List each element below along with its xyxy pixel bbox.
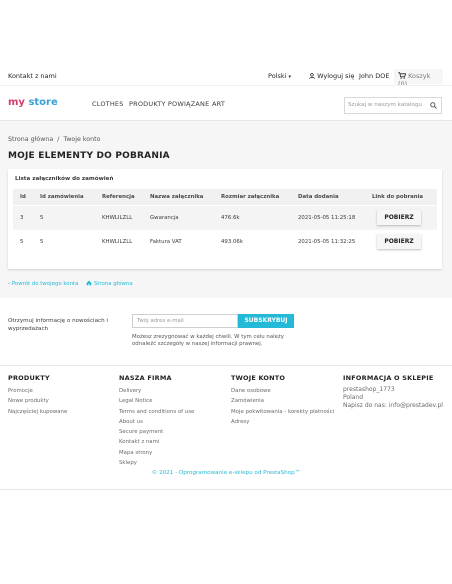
footer-link[interactable]: Nowe produkty <box>8 396 67 406</box>
chevron-left-icon: ‹ <box>8 281 11 287</box>
footer-link[interactable]: Secure payment <box>119 427 194 437</box>
footer-link[interactable]: Kontakt z nami <box>119 437 194 447</box>
newsletter-email-input[interactable]: Twój adres e-mail <box>132 314 238 328</box>
menu-item-clothes[interactable]: CLOTHES <box>92 100 124 108</box>
store-country: Poland <box>343 394 364 401</box>
home-link[interactable]: Strona główna <box>86 280 133 287</box>
store-logo[interactable]: my store <box>8 97 58 108</box>
column-header-reference: Referencja <box>102 194 135 200</box>
language-label: Polski <box>268 72 287 80</box>
cell-date-added: 2021-05-05 11:32:25 <box>298 239 356 245</box>
footer-products-column: PRODUKTY Promocje Nowe produkty Najczęśc… <box>8 374 67 417</box>
attachments-card: Lista załączników do zamówień Id Id zamó… <box>8 169 442 269</box>
cell-order-id-link[interactable]: 5 <box>40 239 43 245</box>
back-to-account-link[interactable]: ‹ Powrót do twojego konta <box>8 281 80 287</box>
home-label: Strona główna <box>93 281 133 287</box>
store-email-label: Napisz do nas: <box>343 402 387 409</box>
footer-company-title: NASZA FIRMA <box>119 374 172 382</box>
subscribe-button[interactable]: SUBSKRYBUJ <box>238 314 294 328</box>
footer-link[interactable]: Sklepy <box>119 458 194 468</box>
newsletter-note: Możesz zrezygnować w każdej chwili. W ty… <box>132 334 284 348</box>
cart-icon <box>398 72 407 79</box>
footer-link[interactable]: Najczęściej kupowane <box>8 407 67 417</box>
cell-attachment-size: 493.06k <box>221 239 243 245</box>
back-to-account-label: Powrót do twojego konta <box>11 281 79 287</box>
store-email-link[interactable]: info@prestadev.pl <box>389 402 443 409</box>
caret-down-icon: ▾ <box>288 74 292 80</box>
table-header: Id Id zamówienia Referencja Nazwa załącz… <box>13 189 437 205</box>
footer-link[interactable]: Terms and conditions of use <box>119 407 194 417</box>
footer-link[interactable]: About us <box>119 417 194 427</box>
cell-attachment-size: 476.6k <box>221 215 240 221</box>
card-title: Lista załączników do zamówień <box>15 176 114 182</box>
language-selector[interactable]: Polski ▾ <box>268 72 291 80</box>
cell-id: 5 <box>20 239 24 245</box>
footer-store-info-title: INFORMACJA O SKLEPIE <box>343 374 434 382</box>
footer-link[interactable]: Dane osobowe <box>231 386 334 396</box>
store-name: prestashop_1773 <box>343 386 395 393</box>
site-footer: PRODUKTY Promocje Nowe produkty Najczęśc… <box>0 366 452 490</box>
breadcrumb-current[interactable]: Twoje konto <box>63 136 100 143</box>
cell-attachment-name: Gwarancja <box>150 215 179 221</box>
logo-text-store: store <box>28 97 58 108</box>
footer-link[interactable]: Moje pokwitowania - korekty płatności <box>231 407 334 417</box>
footer-link[interactable]: Adresy <box>231 417 334 427</box>
footer-store-info-column: INFORMACJA O SKLEPIE prestashop_1773 Pol… <box>343 374 443 410</box>
account-name-link[interactable]: John DOE <box>359 72 389 80</box>
cart-button[interactable]: Koszyk (0) <box>394 69 443 88</box>
footer-link[interactable]: Legal Notice <box>119 396 194 406</box>
contact-link[interactable]: Kontakt z nami <box>8 72 57 80</box>
cell-attachment-name: Faktura VAT <box>150 239 182 245</box>
breadcrumb-separator: / <box>57 136 60 143</box>
logout-label: Wyloguj się <box>317 72 355 80</box>
download-button[interactable]: POBIERZ <box>377 234 421 249</box>
column-header-attachment-size: Rozmiar załącznika <box>221 194 280 200</box>
footer-link[interactable]: Promocje <box>8 386 67 396</box>
table-row: 5 5 KHWLILZLL Faktura VAT 493.06k 2021-0… <box>13 230 437 254</box>
breadcrumb-home[interactable]: Strona główna <box>8 136 53 143</box>
newsletter-block: Otrzymuj informację o nowościach i wyprz… <box>0 298 452 366</box>
account-back-links: ‹ Powrót do twojego konta Strona główna <box>8 280 133 287</box>
breadcrumb: Strona główna / Twoje konto <box>8 136 100 143</box>
logo-text-my: my <box>8 97 25 108</box>
search-input[interactable]: Szukaj w naszym katalogu <box>344 97 442 114</box>
table-row: 3 5 KHWLILZLL Gwarancja 476.6k 2021-05-0… <box>13 206 437 230</box>
column-header-date-added: Data dodania <box>298 194 339 200</box>
home-icon <box>86 280 92 286</box>
copyright-link[interactable]: © 2021 - Oprogramowanie e-sklepu od Pres… <box>0 470 452 476</box>
cell-reference-link[interactable]: KHWLILZLL <box>102 239 132 245</box>
site-header: my store CLOTHES PRODUKTY POWIĄZANE ART … <box>0 85 452 121</box>
download-button[interactable]: POBIERZ <box>377 210 421 225</box>
logout-link[interactable]: Wyloguj się <box>309 72 354 80</box>
column-header-id: Id <box>20 194 26 200</box>
footer-company-column: NASZA FIRMA Delivery Legal Notice Terms … <box>119 374 194 468</box>
main-content: Strona główna / Twoje konto MOJE ELEMENT… <box>0 121 452 298</box>
menu-item-art[interactable]: ART <box>212 100 225 108</box>
user-icon <box>309 73 315 79</box>
footer-account-title[interactable]: TWOJE KONTO <box>231 374 334 382</box>
column-header-order-id: Id zamówienia <box>40 194 84 200</box>
newsletter-text: Otrzymuj informację o nowościach i wyprz… <box>8 318 108 332</box>
footer-link[interactable]: Mapa strony <box>119 448 194 458</box>
top-nav-bar: Kontakt z nami Polski ▾ Wyloguj się John… <box>0 68 452 88</box>
footer-link[interactable]: Zamówienia <box>231 396 334 406</box>
store-email-line: Napisz do nas: info@prestadev.pl <box>343 402 443 410</box>
column-header-attachment-name: Nazwa załącznika <box>150 194 204 200</box>
cell-date-added: 2021-05-05 11:25:18 <box>298 215 356 221</box>
cell-reference-link[interactable]: KHWLILZLL <box>102 215 132 221</box>
menu-item-related-products[interactable]: PRODUKTY POWIĄZANE <box>129 100 209 108</box>
footer-link[interactable]: Delivery <box>119 386 194 396</box>
search-placeholder: Szukaj w naszym katalogu <box>348 102 422 108</box>
cell-order-id-link[interactable]: 5 <box>40 215 43 221</box>
footer-products-title: PRODUKTY <box>8 374 50 382</box>
column-header-download-link: Link do pobrania <box>372 194 424 200</box>
cell-id: 3 <box>20 215 24 221</box>
page-title: MOJE ELEMENTY DO POBRANIA <box>8 151 170 161</box>
search-icon[interactable] <box>430 102 437 109</box>
footer-account-column: TWOJE KONTO Dane osobowe Zamówienia Moje… <box>231 374 334 427</box>
